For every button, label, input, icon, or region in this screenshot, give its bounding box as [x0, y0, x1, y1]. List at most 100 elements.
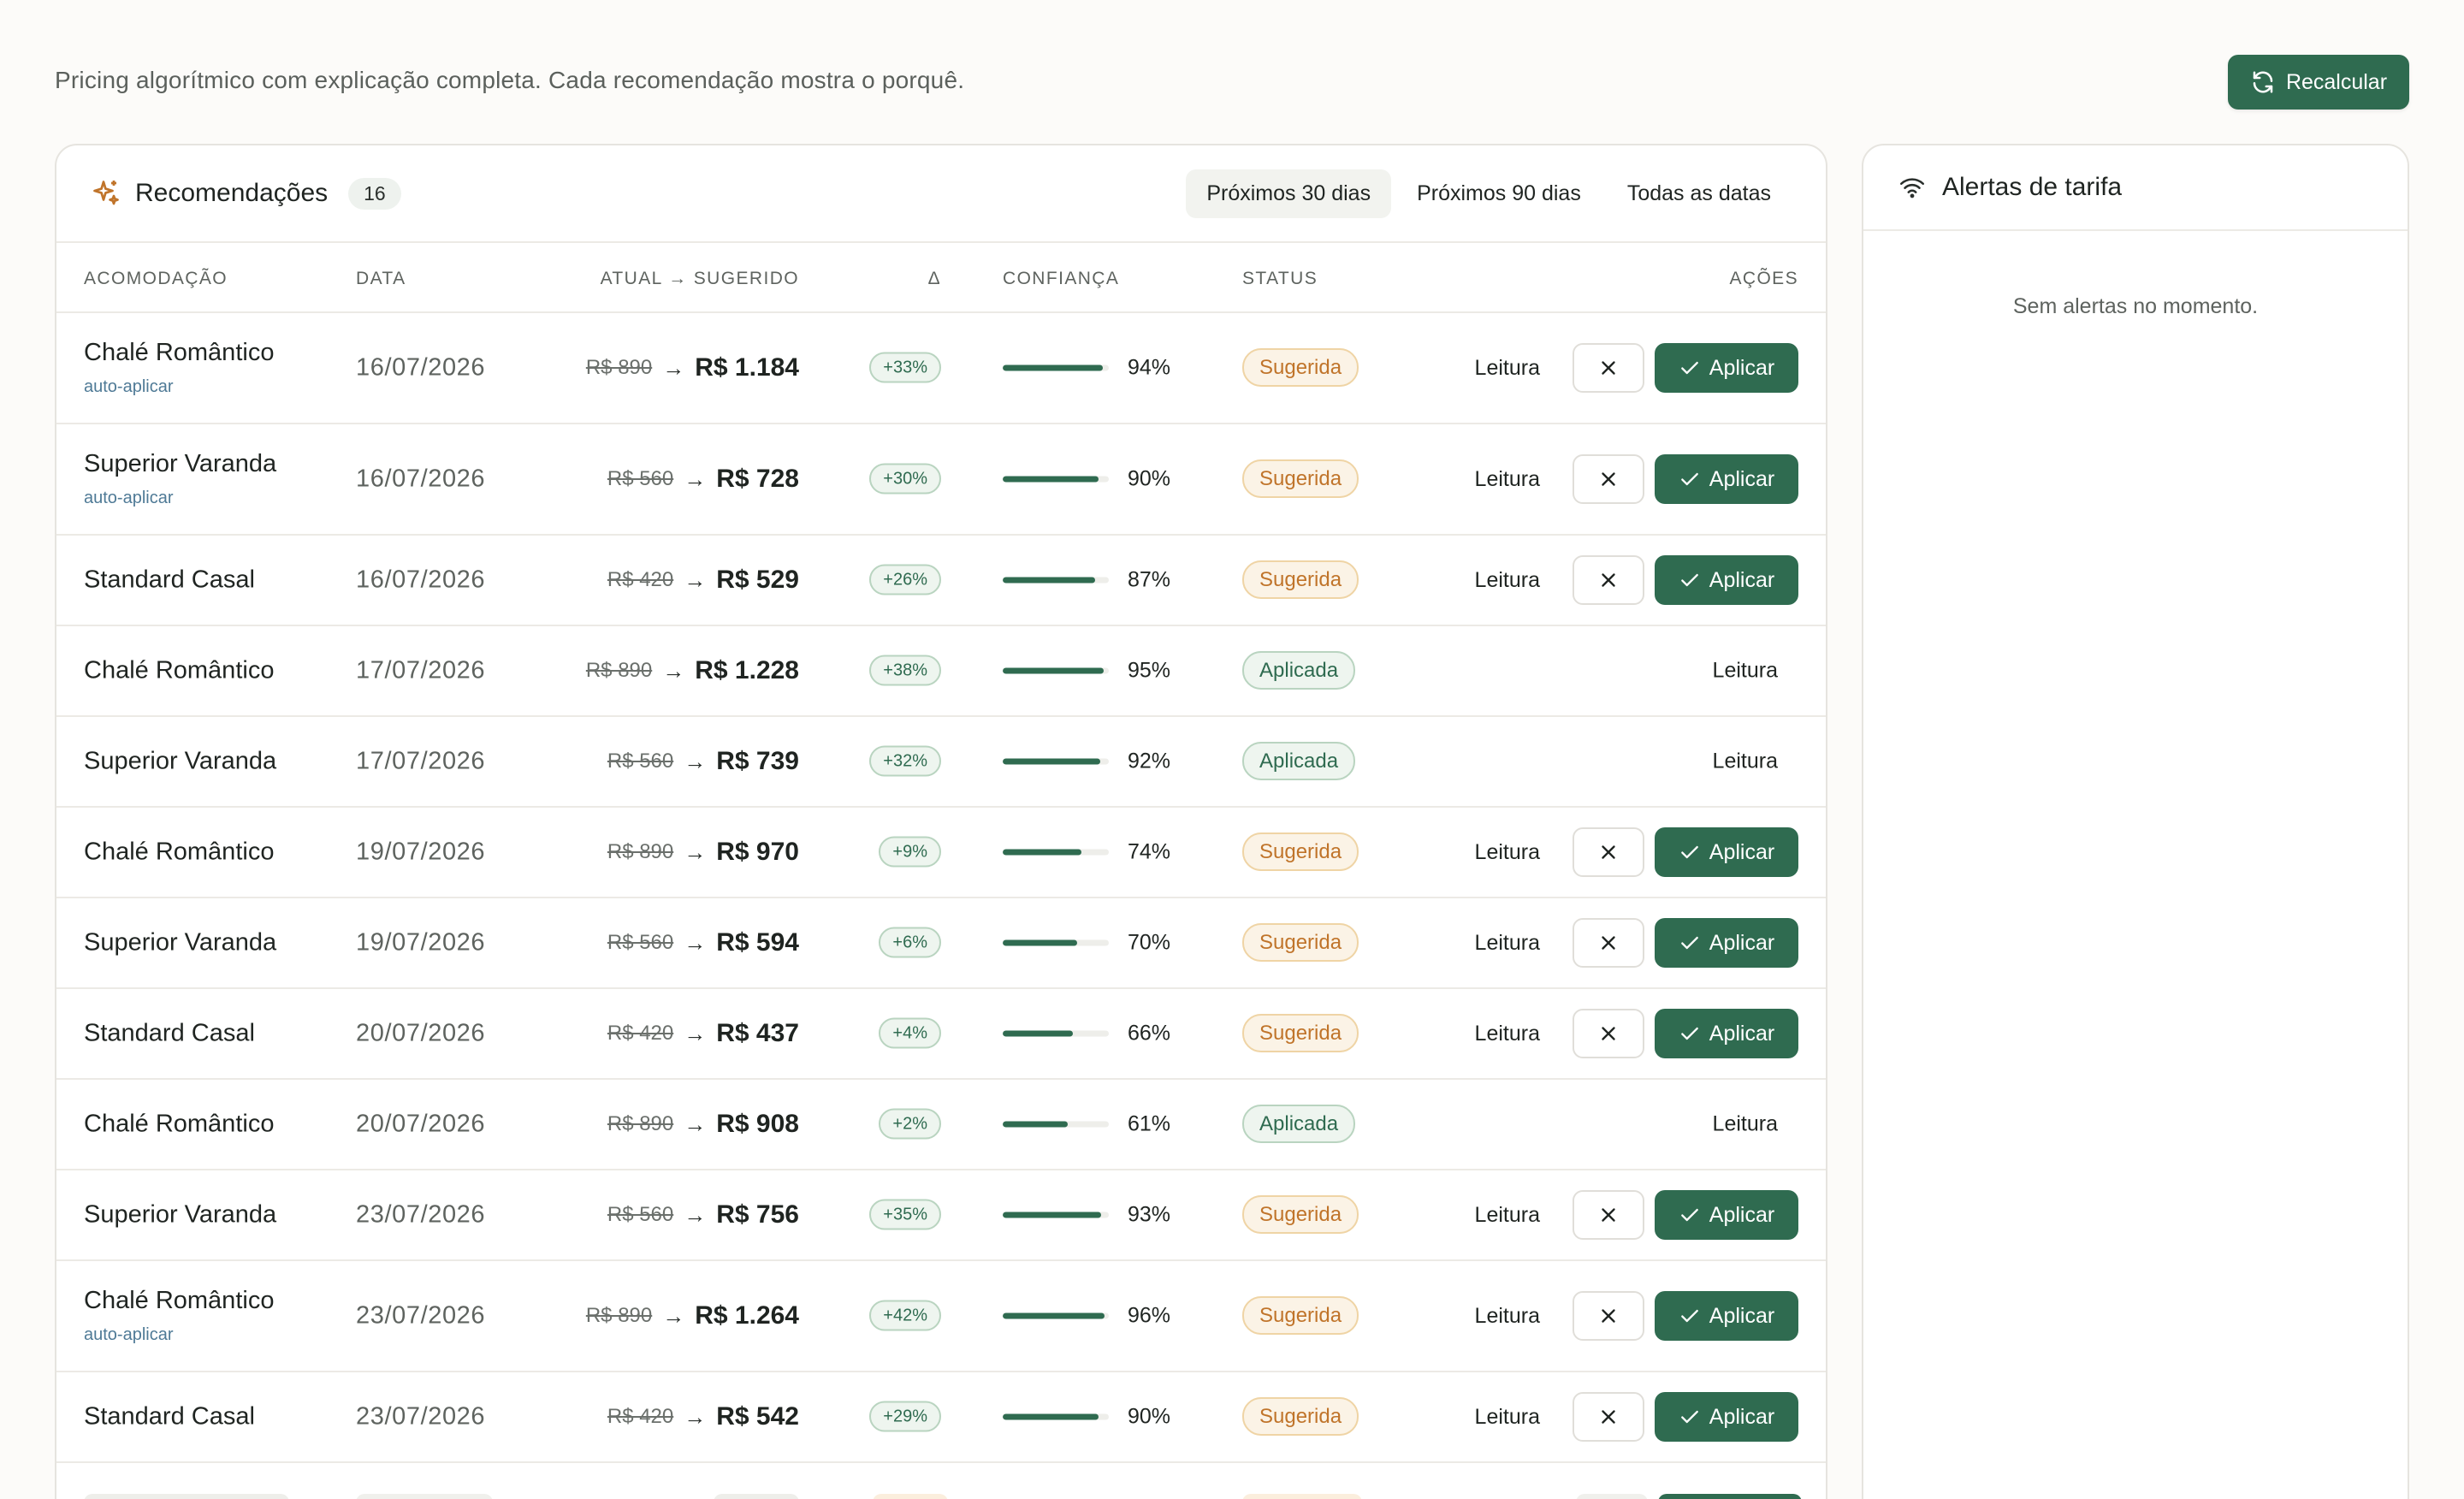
apply-button[interactable]: Aplicar — [1655, 555, 1798, 605]
date-cell: 23/07/2026 — [356, 1301, 486, 1330]
reject-button[interactable] — [1573, 1190, 1644, 1240]
arrow-right-icon: → — [684, 929, 707, 956]
status-badge: Sugerida — [1242, 348, 1359, 387]
confidence-bar-fill — [1003, 476, 1099, 483]
tab-all-dates[interactable]: Todas as datas — [1607, 169, 1792, 218]
current-price: R$ 420 — [607, 568, 674, 591]
read-link[interactable]: Leitura — [1713, 659, 1778, 683]
status-cell: Sugerida — [1242, 832, 1359, 871]
apply-button[interactable]: Aplicar — [1655, 343, 1798, 393]
confidence-cell: 70% — [1003, 931, 1170, 956]
delta-badge: +6% — [879, 927, 941, 958]
status-cell: Sugerida — [1242, 923, 1359, 962]
read-link[interactable]: Leitura — [1475, 1405, 1540, 1430]
confidence-bar-fill — [1003, 364, 1103, 371]
confidence-bar — [1003, 476, 1109, 483]
column-header-actions: AÇÕES — [1729, 269, 1798, 288]
current-price: R$ 890 — [607, 840, 674, 863]
read-link[interactable]: Leitura — [1475, 840, 1540, 865]
table-row: Superior Varanda auto-aplicar 16/07/2026 R$… — [56, 424, 1826, 536]
delta-cell: +2% — [879, 1108, 941, 1140]
close-icon — [1602, 1027, 1615, 1040]
tab-next-30-days[interactable]: Próximos 30 dias — [1186, 169, 1392, 218]
read-link[interactable]: Leitura — [1475, 356, 1540, 381]
date-cell: 20/07/2026 — [356, 1110, 486, 1138]
confidence-cell: 92% — [1003, 750, 1170, 774]
delta-cell: +42% — [869, 1300, 941, 1331]
tab-next-90-days[interactable]: Próximos 90 dias — [1396, 169, 1602, 218]
column-header-confidence: CONFIANÇA — [1003, 269, 1120, 288]
arrow-right-icon: → — [684, 748, 707, 774]
delta-cell: +30% — [869, 463, 941, 495]
reject-button[interactable] — [1573, 1009, 1644, 1058]
date-cell: 17/07/2026 — [356, 747, 486, 775]
recommendations-card: Recomendações 16 Próximos 30 dias Próxim… — [55, 144, 1827, 1499]
apply-button[interactable]: Aplicar — [1655, 827, 1798, 877]
table-row: Chalé Romântico auto-aplicar 23/07/2026 R$ … — [56, 1261, 1826, 1372]
reject-button[interactable] — [1573, 1392, 1644, 1442]
arrow-right-icon: → — [684, 1403, 707, 1430]
apply-button[interactable]: Aplicar — [1655, 918, 1798, 968]
apply-button[interactable]: Aplicar — [1655, 1392, 1798, 1442]
check-icon — [1680, 1309, 1698, 1323]
confidence-percent: 90% — [1128, 1404, 1171, 1429]
price-cell: R$ 890 → R$ 1.228 — [586, 656, 799, 685]
suggested-price: R$ 437 — [716, 1019, 799, 1047]
read-link[interactable]: Leitura — [1713, 1112, 1778, 1136]
confidence-cell: 96% — [1003, 1304, 1170, 1329]
room-cell: Chalé Romântico — [84, 1111, 274, 1139]
actions-cell: Leitura Aplicar — [1475, 555, 1798, 605]
read-link[interactable]: Leitura — [1475, 467, 1540, 492]
status-cell: Sugerida — [1242, 1397, 1359, 1436]
room-cell: Superior Varanda — [84, 1201, 276, 1229]
read-link[interactable]: Leitura — [1475, 1304, 1540, 1329]
room-cell: Standard Casal — [84, 566, 255, 595]
room-cell: Chalé Romântico auto-aplicar — [84, 1287, 274, 1345]
room-name: Chalé Romântico — [84, 838, 275, 866]
column-header-room: ACOMODAÇÃO — [84, 269, 228, 288]
recommendations-header: Recomendações 16 Próximos 30 dias Próxim… — [56, 145, 1826, 243]
read-link[interactable]: Leitura — [1475, 931, 1540, 956]
rate-alerts-header: Alertas de tarifa — [1863, 145, 2408, 231]
suggested-price: R$ 594 — [716, 928, 799, 957]
status-badge: Sugerida — [1242, 1397, 1359, 1436]
reject-button[interactable] — [1573, 555, 1644, 605]
confidence-bar — [1003, 849, 1109, 856]
read-link[interactable]: Leitura — [1475, 568, 1540, 593]
read-link[interactable]: Leitura — [1713, 750, 1778, 773]
column-header-delta: Δ — [927, 269, 941, 288]
delta-cell: +4% — [879, 1017, 941, 1049]
reject-button[interactable] — [1573, 1291, 1644, 1341]
confidence-bar — [1003, 667, 1109, 674]
suggested-price: R$ 529 — [716, 566, 799, 594]
reject-button[interactable] — [1573, 343, 1644, 393]
reject-button[interactable] — [1573, 918, 1644, 968]
read-link[interactable]: Leitura — [1475, 1022, 1540, 1046]
suggested-price: R$ 1.264 — [695, 1301, 799, 1330]
date-cell: 16/07/2026 — [356, 465, 486, 493]
apply-button[interactable]: Aplicar — [1655, 454, 1798, 504]
confidence-bar — [1003, 758, 1109, 765]
confidence-percent: 96% — [1128, 1303, 1171, 1328]
recalculate-button[interactable]: Recalcular — [2228, 55, 2409, 110]
room-cell: Standard Casal — [84, 1020, 255, 1048]
reject-button[interactable] — [1573, 827, 1644, 877]
confidence-bar-fill — [1003, 1030, 1073, 1037]
apply-button[interactable]: Aplicar — [1655, 1190, 1798, 1240]
column-header-date: DATA — [356, 269, 406, 288]
delta-cell: +6% — [879, 927, 941, 958]
read-link[interactable]: Leitura — [1475, 1203, 1540, 1228]
check-icon — [1680, 1027, 1698, 1040]
room-cell: Chalé Romântico — [84, 838, 274, 867]
room-name: Chalé Romântico — [84, 656, 275, 684]
delta-cell: +35% — [869, 1199, 941, 1230]
arrow-right-icon: → — [684, 1111, 707, 1137]
current-price: R$ 560 — [607, 931, 674, 954]
confidence-bar-fill — [1003, 577, 1095, 584]
apply-button[interactable]: Aplicar — [1655, 1291, 1798, 1341]
price-cell: R$ 420 → R$ 529 — [607, 566, 799, 595]
room-name: Standard Casal — [84, 1402, 255, 1431]
apply-button[interactable]: Aplicar — [1655, 1009, 1798, 1058]
reject-button[interactable] — [1573, 454, 1644, 504]
column-header-price: ATUAL → SUGERIDO — [600, 269, 799, 288]
